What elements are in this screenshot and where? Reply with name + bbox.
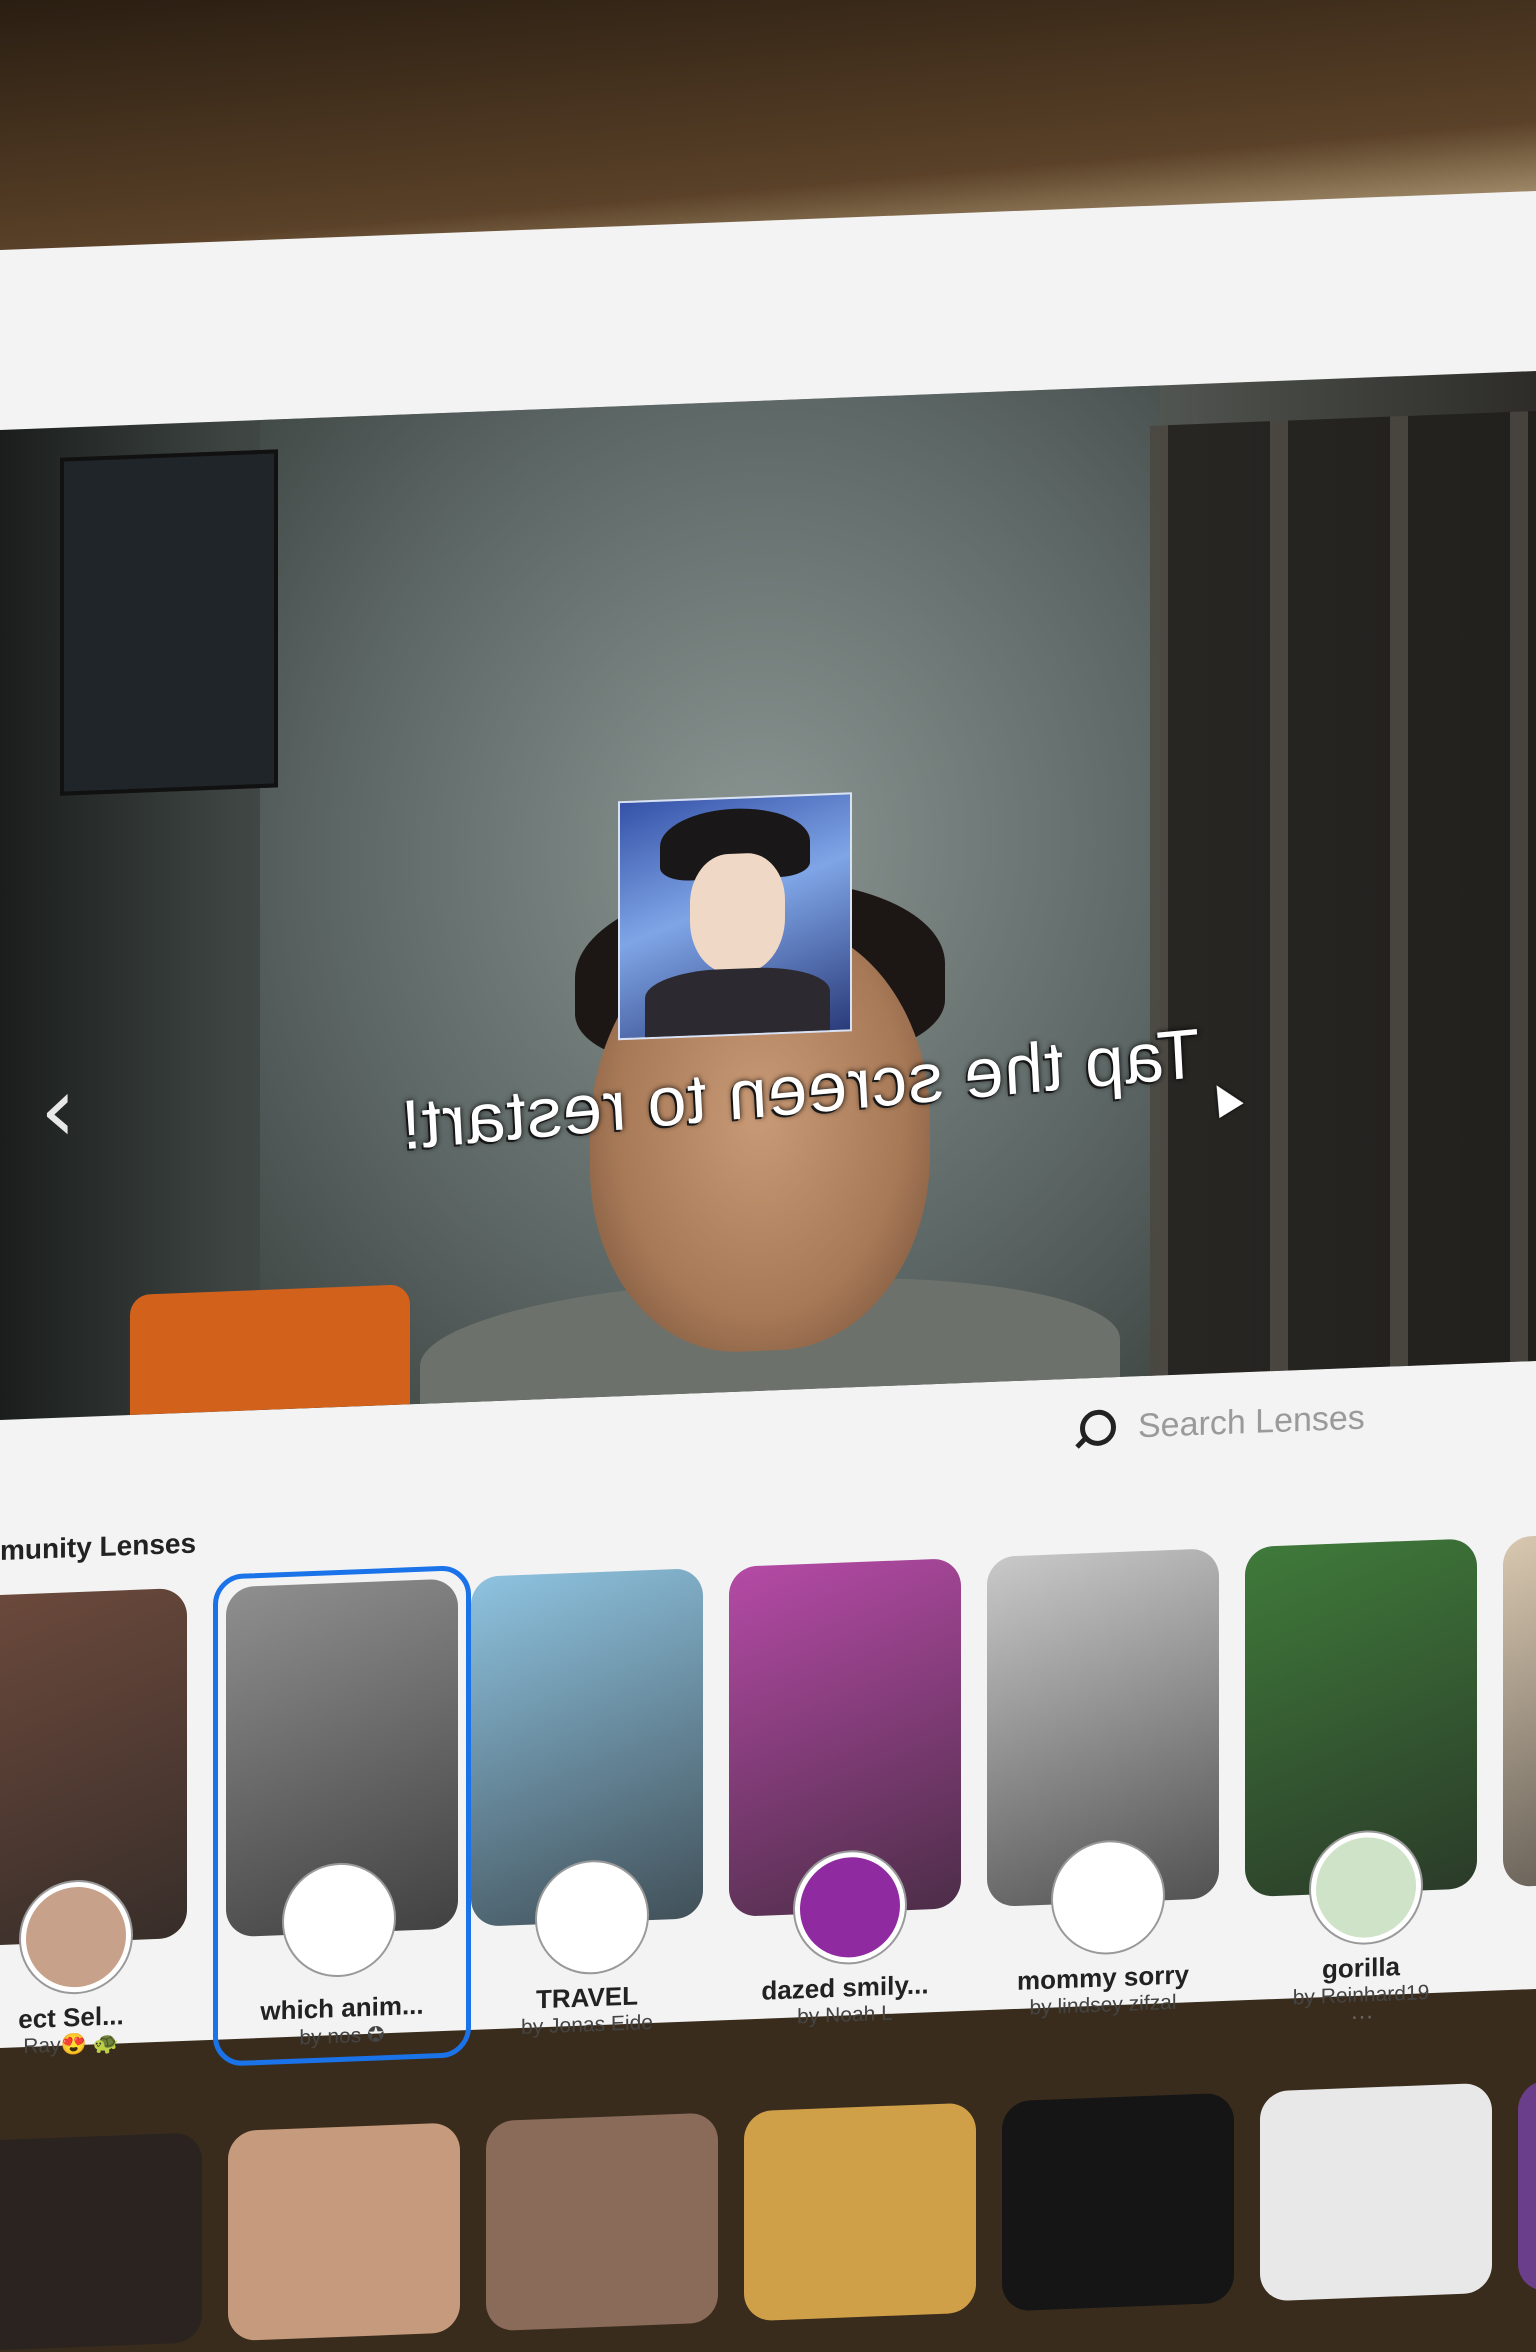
lens-thumbnail[interactable] [744,2102,976,2322]
lens-card[interactable]: which anim... by nos ✪ [213,1564,471,2067]
lens-card[interactable]: gorilla by Reinhard19 [1245,1538,1477,2012]
lens-thumbnail[interactable] [228,2122,460,2342]
more-options-icon[interactable]: … [1350,1997,1374,2026]
lens-card[interactable]: dazed smily... by Noah L [729,1558,961,2032]
background-object [130,1284,410,1416]
search-input[interactable]: Search Lenses [1138,1398,1365,1446]
lens-card[interactable]: cocorby TYI [1503,1528,1536,2002]
section-title: munity Lenses [0,1527,197,1566]
lens-thumbnail[interactable] [1260,2082,1492,2302]
lens-thumbnail[interactable] [1503,1528,1536,1888]
background-window [1150,410,1536,1376]
previous-lens-chevron-icon[interactable]: ‹ [40,1057,76,1163]
screen: Tap the screen to restart! ‹ Search Lens… [0,190,1536,2352]
search-bar[interactable]: Search Lenses [1080,1388,1365,1459]
lens-thumbnail[interactable] [1002,2092,1234,2312]
lens-name: cocor [1503,1938,1536,1978]
background-picture-frame [60,449,278,796]
lens-card[interactable]: ect Sel... Ray😍 🐢 [0,1587,187,2062]
lens-carousel-second-row [0,2072,1536,2352]
anime-character-overlay [618,792,852,1041]
lens-carousel: ect Sel... Ray😍 🐢 which anim... by nos ✪ TRA… [0,1528,1536,2076]
lens-thumbnail[interactable] [486,2112,718,2332]
search-icon[interactable] [1080,1409,1116,1447]
lens-card[interactable]: TRAVEL by Jonas Eide [471,1567,703,2042]
lens-card[interactable]: mommy sorry by lindsey zifzal [987,1548,1219,2022]
lens-thumbnail[interactable] [1518,2072,1536,2292]
lens-thumbnail[interactable] [0,2132,202,2352]
camera-preview[interactable]: Tap the screen to restart! ‹ [0,370,1536,1421]
